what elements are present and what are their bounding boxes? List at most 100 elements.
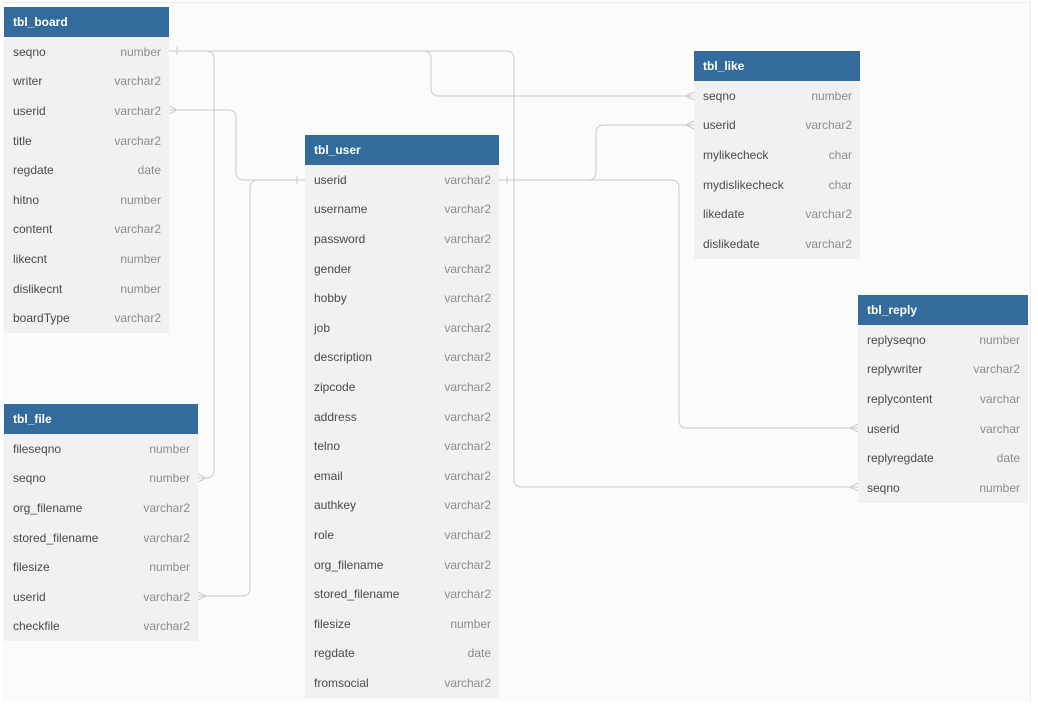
column-row-likedate[interactable]: likedate varchar2	[694, 199, 860, 229]
table-tbl-like[interactable]: tbl_like seqno number userid varchar2 mylikec…	[694, 51, 860, 259]
column-row-gender[interactable]: gender varchar2	[305, 254, 499, 284]
column-row-hitno[interactable]: hitno number	[4, 185, 169, 215]
column-row-role[interactable]: role varchar2	[305, 520, 499, 550]
column-row-zipcode[interactable]: zipcode varchar2	[305, 372, 499, 402]
column-type: varchar	[979, 391, 1020, 406]
column-row-userid[interactable]: userid varchar2	[4, 96, 169, 126]
column-row-authkey[interactable]: authkey varchar2	[305, 491, 499, 521]
table-header[interactable]: tbl_reply	[858, 295, 1028, 325]
column-type: varchar	[979, 421, 1020, 436]
column-name: org_filename	[314, 557, 384, 572]
column-type: varchar2	[444, 587, 491, 602]
column-row-regdate[interactable]: regdate date	[305, 639, 499, 669]
table-tbl-user[interactable]: tbl_user userid varchar2 username varchar2 pa…	[305, 135, 499, 698]
column-row-mydislikecheck[interactable]: mydislikecheck char	[694, 170, 860, 200]
column-row-telno[interactable]: telno varchar2	[305, 431, 499, 461]
column-name: seqno	[13, 471, 46, 486]
column-row-hobby[interactable]: hobby varchar2	[305, 283, 499, 313]
column-row-fromsocial[interactable]: fromsocial varchar2	[305, 668, 499, 698]
column-type: number	[979, 480, 1020, 495]
column-row-dislikecnt[interactable]: dislikecnt number	[4, 274, 169, 304]
column-type: varchar2	[444, 291, 491, 306]
column-row-filesize[interactable]: filesize number	[4, 552, 198, 582]
column-row-replywriter[interactable]: replywriter varchar2	[858, 355, 1028, 385]
column-name: username	[314, 202, 368, 217]
column-name: replyseqno	[867, 332, 926, 347]
erd-canvas: tbl_boardseqno number writer varchar2 userid…	[0, 0, 1038, 705]
column-row-username[interactable]: username varchar2	[305, 195, 499, 225]
column-type: varchar2	[444, 172, 491, 187]
column-row-description[interactable]: description varchar2	[305, 343, 499, 373]
column-row-content[interactable]: content varchar2	[4, 215, 169, 245]
column-row-filesize[interactable]: filesize number	[305, 609, 499, 639]
column-name: filesize	[314, 616, 351, 631]
column-row-likecnt[interactable]: likecnt number	[4, 244, 169, 274]
column-row-org-filename[interactable]: org_filename varchar2	[4, 493, 198, 523]
column-type: varchar2	[114, 103, 161, 118]
column-type: varchar2	[444, 527, 491, 542]
column-type: number	[120, 192, 161, 207]
column-name: regdate	[13, 163, 54, 178]
column-row-boardtype[interactable]: boardType varchar2	[4, 303, 169, 333]
column-name: userid	[13, 589, 46, 604]
column-name: hobby	[314, 291, 347, 306]
column-type: number	[149, 560, 190, 575]
column-row-regdate[interactable]: regdate date	[4, 155, 169, 185]
column-name: seqno	[13, 44, 46, 59]
column-row-replyseqno[interactable]: replyseqno number	[858, 325, 1028, 355]
table-tbl-reply[interactable]: tbl_reply replyseqno number replywriter varc…	[858, 295, 1028, 503]
column-name: mydislikecheck	[703, 177, 784, 192]
column-row-address[interactable]: address varchar2	[305, 402, 499, 432]
column-type: date	[137, 163, 161, 178]
table-header[interactable]: tbl_file	[4, 404, 198, 434]
column-name: userid	[314, 172, 347, 187]
column-row-mylikecheck[interactable]: mylikecheck char	[694, 140, 860, 170]
column-name: authkey	[314, 498, 357, 513]
column-row-fileseqno[interactable]: fileseqno number	[4, 434, 198, 464]
column-row-userid[interactable]: userid varchar2	[694, 111, 860, 141]
column-row-replycontent[interactable]: replycontent varchar	[858, 384, 1028, 414]
column-name: writer	[13, 74, 43, 89]
column-row-checkfile[interactable]: checkfile varchar2	[4, 612, 198, 642]
column-row-writer[interactable]: writer varchar2	[4, 67, 169, 97]
column-row-seqno[interactable]: seqno number	[694, 81, 860, 111]
column-name: password	[314, 231, 366, 246]
column-name: mylikecheck	[703, 147, 769, 162]
column-row-seqno[interactable]: seqno number	[4, 37, 169, 67]
column-name: description	[314, 350, 373, 365]
column-row-job[interactable]: job varchar2	[305, 313, 499, 343]
column-row-replyregdate[interactable]: replyregdate date	[858, 443, 1028, 473]
column-name: userid	[703, 118, 736, 133]
table-tbl-board[interactable]: tbl_board seqno number writer varchar2 userid…	[4, 7, 169, 333]
column-row-stored-filename[interactable]: stored_filename varchar2	[305, 579, 499, 609]
table-header[interactable]: tbl_like	[694, 51, 860, 81]
table-header[interactable]: tbl_user	[305, 135, 499, 165]
column-type: number	[450, 616, 491, 631]
column-name: address	[314, 409, 357, 424]
column-name: seqno	[867, 480, 900, 495]
column-row-seqno[interactable]: seqno number	[4, 464, 198, 494]
column-row-userid[interactable]: userid varchar	[858, 414, 1028, 444]
column-row-userid[interactable]: userid varchar2	[4, 582, 198, 612]
column-name: zipcode	[314, 379, 356, 394]
column-row-userid[interactable]: userid varchar2	[305, 165, 499, 195]
column-type: date	[467, 646, 491, 661]
column-type: number	[811, 88, 852, 103]
column-name: userid	[867, 421, 900, 436]
column-type: varchar2	[444, 320, 491, 335]
column-type: varchar2	[114, 74, 161, 89]
column-type: varchar2	[973, 362, 1020, 377]
column-row-dislikedate[interactable]: dislikedate varchar2	[694, 229, 860, 259]
column-name: hitno	[13, 192, 40, 207]
table-tbl-file[interactable]: tbl_file fileseqno number seqno number org_fi…	[4, 404, 198, 642]
column-row-stored-filename[interactable]: stored_filename varchar2	[4, 523, 198, 553]
table-header[interactable]: tbl_board	[4, 7, 169, 37]
column-name: replyregdate	[867, 451, 934, 466]
column-row-email[interactable]: email varchar2	[305, 461, 499, 491]
column-type: varchar2	[114, 311, 161, 326]
column-row-title[interactable]: title varchar2	[4, 126, 169, 156]
column-row-seqno[interactable]: seqno number	[858, 473, 1028, 503]
column-name: org_filename	[13, 500, 83, 515]
column-row-password[interactable]: password varchar2	[305, 224, 499, 254]
column-row-org-filename[interactable]: org_filename varchar2	[305, 550, 499, 580]
